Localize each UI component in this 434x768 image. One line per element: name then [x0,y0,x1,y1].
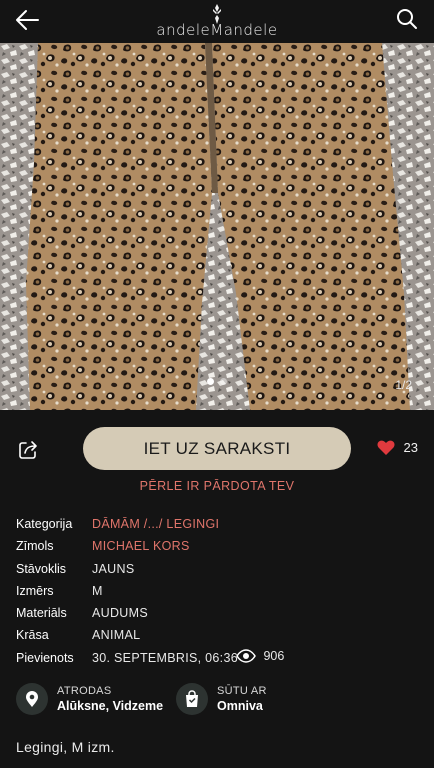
detail-row-added: Pievienots 30. SEPTEMBRIS, 06:36 906 [16,647,416,669]
like-button[interactable]: 23 [377,439,418,459]
leopard-leggings-image [0,43,434,410]
material-value: AUDUMS [92,606,148,621]
gallery-pager: 1/2 [395,378,412,392]
gallery-dot-2[interactable] [220,378,227,385]
material-label: Materiāls [16,606,67,621]
action-row: IET UZ SARAKSTI 23 [0,426,434,472]
shipping-icon-circle [176,683,208,715]
heart-icon [377,440,395,455]
share-button[interactable] [17,438,39,460]
view-count: 906 [236,649,285,664]
product-photo[interactable]: 1/2 [0,43,434,410]
detail-row-size: Izmērs M [16,580,416,602]
shipping-value: Omniva [217,699,263,713]
shopping-bag-icon [186,690,198,707]
color-value: ANIMAL [92,628,141,643]
location-value: Alūksne, Vidzeme [57,699,164,713]
shipping-block[interactable]: SŪTU AR Omniva [176,682,316,718]
size-label: Izmērs [16,583,54,598]
search-button[interactable] [396,8,418,30]
brand-logo[interactable]: andeleMandele [0,3,434,41]
detail-row-material: Materiāls AUDUMS [16,602,416,624]
brand-link[interactable]: MICHAEL KORS [92,539,190,553]
brand-name: andeleMandele [156,21,278,39]
gallery-dot-1[interactable] [207,378,214,385]
condition-value: JAUNS [92,561,135,576]
size-value: M [92,583,103,598]
go-to-list-button[interactable]: IET UZ SARAKSTI [83,427,351,470]
location-block[interactable]: ATRODAS Alūksne, Vidzeme [16,682,176,718]
color-label: Krāsa [16,628,49,643]
location-caption: ATRODAS [57,685,112,697]
brand-label: Zīmols [16,539,54,554]
detail-row-condition: Stāvoklis JAUNS [16,558,416,580]
location-shipping-row: ATRODAS Alūksne, Vidzeme SŪTU AR Omniva [16,682,418,718]
category-label: Kategorija [16,517,73,531]
detail-row-category: Kategorija DĀMĀM /.../ LEGINGI [16,513,416,535]
sold-notice: PĒRLE IR PĀRDOTA TEV [139,479,295,493]
like-count: 23 [403,440,418,456]
detail-row-brand: Zīmols MICHAEL KORS [16,535,416,557]
location-pin-icon [26,691,38,707]
item-details: Kategorija DĀMĀM /.../ LEGINGI Zīmols MI… [16,513,416,669]
detail-row-color: Krāsa ANIMAL [16,624,416,646]
added-label: Pievienots [16,650,74,665]
item-description: Legingi, M izm. [16,739,115,755]
search-icon [397,9,417,29]
added-value: 30. SEPTEMBRIS, 06:36 [92,650,238,665]
gallery-dots [0,372,434,390]
top-bar: andeleMandele [0,0,434,43]
share-icon [19,441,37,459]
shipping-caption: SŪTU AR [217,685,267,697]
eye-icon [236,649,256,664]
location-icon-circle [16,683,48,715]
view-count-value: 906 [263,649,285,664]
category-link[interactable]: DĀMĀM /.../ LEGINGI [92,517,219,531]
condition-label: Stāvoklis [16,561,67,576]
